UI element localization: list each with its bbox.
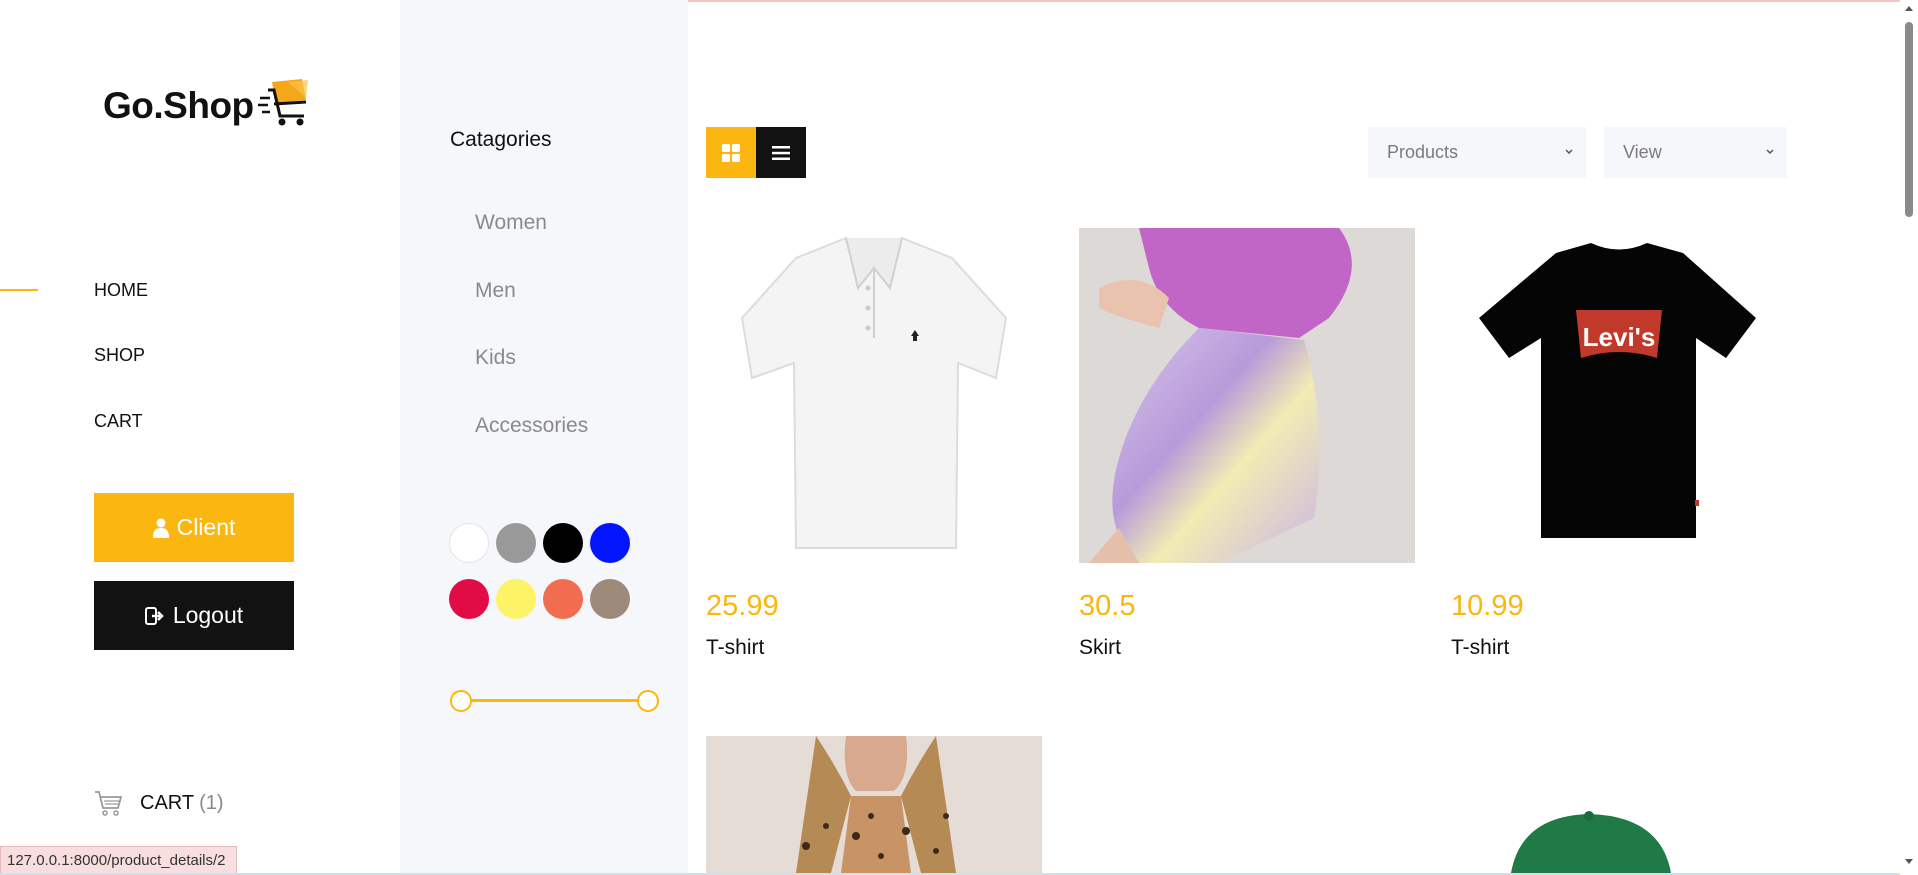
nav-shop[interactable]: SHOP [94,345,145,366]
category-women[interactable]: Women [475,211,547,235]
color-swatch-orange[interactable] [543,579,583,619]
color-swatch-taupe[interactable] [590,579,630,619]
product-name[interactable]: T-shirt [706,636,764,660]
category-accessories[interactable]: Accessories [475,414,588,438]
category-kids[interactable]: Kids [475,346,516,370]
tie-dye-skirt-image [1089,228,1352,563]
logo[interactable]: Go.Shop [103,76,310,126]
color-swatch-yellow[interactable] [496,579,536,619]
active-nav-indicator [0,289,38,291]
black-levis-tshirt-image: Levi's [1479,243,1756,538]
sidebar-cart-label: CART [140,791,195,814]
left-sidebar: Go.Shop HOME SHOP CART Client Logout CAR… [0,0,400,875]
price-slider-max-handle[interactable] [637,690,659,712]
sort-select[interactable]: Products [1368,127,1586,178]
color-swatch-white[interactable] [449,523,489,563]
cart-count: (1) [199,791,224,814]
client-button-label: Client [176,514,236,540]
scroll-down-arrow-icon[interactable] [1904,858,1914,866]
nav-home[interactable]: HOME [94,280,148,301]
filter-panel: Catagories Women Men Kids Accessories [400,0,688,875]
leopard-print-blouse-image [796,736,956,873]
color-swatch-black[interactable] [543,523,583,563]
color-swatch-red[interactable] [449,579,489,619]
list-icon [772,145,790,160]
logout-icon [144,606,164,625]
product-image-green-cap[interactable] [1451,736,1787,873]
status-bar-url: 127.0.0.1:8000/product_details/2 [0,846,237,874]
grid-view-button[interactable] [706,127,756,178]
sort-select-value: Products [1387,142,1459,162]
price-slider-min-handle[interactable] [450,690,472,712]
logout-button-label: Logout [172,602,244,628]
chevron-down-icon [1766,149,1774,155]
white-polo-shirt-image [740,236,1008,549]
svg-text:Levi's: Levi's [1583,322,1656,352]
grid-icon [722,143,740,162]
product-image-skirt[interactable] [1079,228,1415,563]
color-swatch-blue[interactable] [590,523,630,563]
scroll-up-arrow-icon[interactable] [1904,4,1914,12]
view-select-value: View [1623,142,1662,162]
product-image-white-polo[interactable] [706,228,1042,563]
price-slider-track [461,699,649,702]
logout-button[interactable]: Logout [94,581,294,650]
logo-cart-icon [257,79,308,126]
category-men[interactable]: Men [475,279,516,303]
product-price: 30.5 [1079,590,1136,622]
green-cap-image [1511,811,1671,873]
cart-icon [95,791,122,816]
chevron-down-icon [1565,149,1573,155]
scrollbar-thumb[interactable] [1905,22,1913,217]
product-image-levis-tshirt[interactable]: Levi's [1451,228,1787,563]
product-price: 25.99 [706,590,779,622]
sidebar-cart-link[interactable]: CART (1) [94,790,224,816]
product-name[interactable]: T-shirt [1451,636,1509,660]
list-view-button[interactable] [756,127,806,178]
logo-text: Go.Shop [103,85,254,126]
view-select[interactable]: View [1604,127,1787,178]
user-icon [152,518,169,538]
product-name[interactable]: Skirt [1079,636,1121,660]
product-image-leopard-blouse[interactable] [706,736,1042,873]
client-button[interactable]: Client [94,493,294,562]
nav-cart[interactable]: CART [94,411,143,432]
product-price: 10.99 [1451,590,1524,622]
categories-title: Catagories [450,128,552,151]
color-swatch-gray[interactable] [496,523,536,563]
